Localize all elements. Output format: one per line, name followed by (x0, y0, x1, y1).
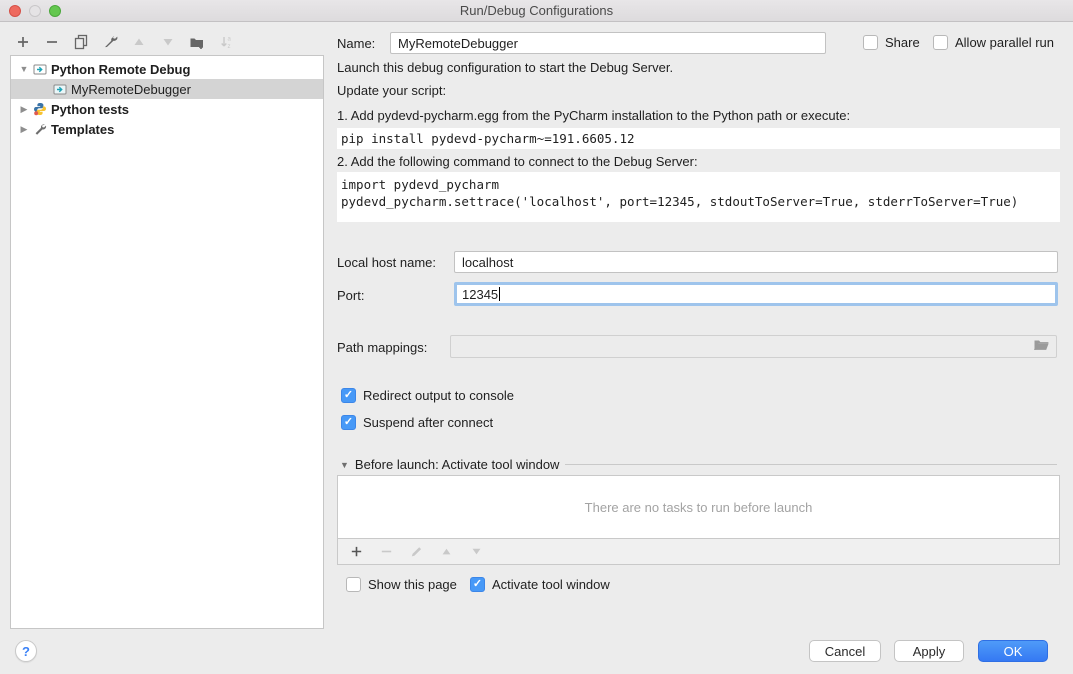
before-launch-section-header[interactable]: ▼ Before launch: Activate tool window (340, 457, 1057, 472)
remove-icon[interactable] (43, 33, 61, 51)
remove-icon (377, 543, 395, 561)
close-window-button[interactable] (9, 5, 21, 17)
chevron-down-icon[interactable]: ▼ (340, 460, 349, 470)
allow-parallel-label: Allow parallel run (955, 35, 1054, 50)
tree-item-label: Templates (51, 122, 114, 137)
remote-debug-config-icon (33, 63, 47, 76)
chevron-right-icon[interactable]: ▶ (19, 124, 29, 135)
redirect-output-label: Redirect output to console (363, 388, 514, 403)
port-input[interactable]: 12345 (454, 282, 1058, 306)
suspend-after-connect-row[interactable]: Suspend after connect (341, 415, 493, 430)
instruction-line-1: Launch this debug configuration to start… (337, 60, 673, 75)
activate-tool-window-checkbox[interactable] (470, 577, 485, 592)
tree-item-label: Python Remote Debug (51, 62, 190, 77)
configurations-tree: ▼ Python Remote Debug MyRemoteDebugger ▶… (10, 55, 324, 629)
before-launch-task-list: There are no tasks to run before launch (337, 475, 1060, 565)
activate-tool-window-label: Activate tool window (492, 577, 610, 592)
copy-icon[interactable] (72, 33, 90, 51)
svg-text:a: a (228, 37, 232, 43)
chevron-down-icon[interactable]: ▼ (19, 64, 29, 74)
edit-icon (407, 543, 425, 561)
tree-item-templates[interactable]: ▶ Templates (11, 119, 323, 139)
redirect-output-row[interactable]: Redirect output to console (341, 388, 514, 403)
redirect-output-checkbox[interactable] (341, 388, 356, 403)
share-checkbox-row[interactable]: Share (863, 35, 920, 50)
show-this-page-checkbox[interactable] (346, 577, 361, 592)
tree-item-label: MyRemoteDebugger (71, 82, 191, 97)
tree-item-myremotedebugger[interactable]: MyRemoteDebugger (11, 79, 323, 99)
share-label: Share (885, 35, 920, 50)
instruction-line-2: Update your script: (337, 83, 446, 98)
instruction-step-1: 1. Add pydevd-pycharm.egg from the PyCha… (337, 108, 850, 123)
show-this-page-label: Show this page (368, 577, 457, 592)
section-divider (565, 464, 1057, 465)
add-icon[interactable] (14, 33, 32, 51)
suspend-after-connect-label: Suspend after connect (363, 415, 493, 430)
python-icon (33, 102, 47, 116)
pip-install-command: pip install pydevd-pycharm~=191.6605.12 (337, 128, 1060, 149)
chevron-right-icon[interactable]: ▶ (19, 104, 29, 115)
apply-button[interactable]: Apply (894, 640, 964, 662)
tree-item-python-tests[interactable]: ▶ Python tests (11, 99, 323, 119)
new-folder-icon[interactable] (188, 33, 206, 51)
text-caret (499, 287, 500, 301)
task-list-toolbar (338, 538, 1059, 564)
ok-button[interactable]: OK (978, 640, 1048, 662)
suspend-after-connect-checkbox[interactable] (341, 415, 356, 430)
instruction-step-2: 2. Add the following command to connect … (337, 154, 698, 169)
window-title: Run/Debug Configurations (460, 3, 613, 18)
allow-parallel-checkbox[interactable] (933, 35, 948, 50)
sort-icon: az (217, 33, 235, 51)
empty-task-list-text: There are no tasks to run before launch (338, 476, 1059, 538)
settrace-code-block: import pydevd_pycharm pydevd_pycharm.sett… (337, 172, 1060, 222)
minimize-window-button (29, 5, 41, 17)
name-label: Name: (337, 36, 375, 51)
code-line-1: import pydevd_pycharm (341, 177, 499, 192)
cancel-button[interactable]: Cancel (809, 640, 881, 662)
local-host-label: Local host name: (337, 255, 436, 270)
edit-icon[interactable] (101, 33, 119, 51)
allow-parallel-checkbox-row[interactable]: Allow parallel run (933, 35, 1054, 50)
help-button[interactable]: ? (15, 640, 37, 662)
window-controls (9, 5, 61, 17)
help-question-mark: ? (22, 644, 30, 659)
move-down-icon (159, 33, 177, 51)
title-bar: Run/Debug Configurations (0, 0, 1073, 22)
move-up-icon (130, 33, 148, 51)
move-down-icon (467, 543, 485, 561)
local-host-input[interactable] (454, 251, 1058, 273)
share-checkbox[interactable] (863, 35, 878, 50)
port-label: Port: (337, 288, 364, 303)
path-mappings-input[interactable] (450, 335, 1057, 358)
move-up-icon (437, 543, 455, 561)
remote-debug-config-icon (15, 83, 67, 96)
wrench-icon (33, 122, 47, 136)
zoom-window-button[interactable] (49, 5, 61, 17)
tree-item-label: Python tests (51, 102, 129, 117)
svg-text:z: z (228, 44, 231, 50)
show-this-page-row[interactable]: Show this page (346, 577, 457, 592)
activate-tool-window-row[interactable]: Activate tool window (470, 577, 610, 592)
tree-item-python-remote-debug[interactable]: ▼ Python Remote Debug (11, 59, 323, 79)
tree-toolbar: az (14, 30, 235, 54)
before-launch-title: Before launch: Activate tool window (355, 457, 560, 472)
name-input[interactable] (390, 32, 826, 54)
port-value: 12345 (462, 287, 498, 302)
code-line-2: pydevd_pycharm.settrace('localhost', por… (341, 194, 1018, 209)
path-mappings-label: Path mappings: (337, 340, 427, 355)
open-folder-icon[interactable] (1033, 338, 1050, 355)
add-icon[interactable] (347, 543, 365, 561)
